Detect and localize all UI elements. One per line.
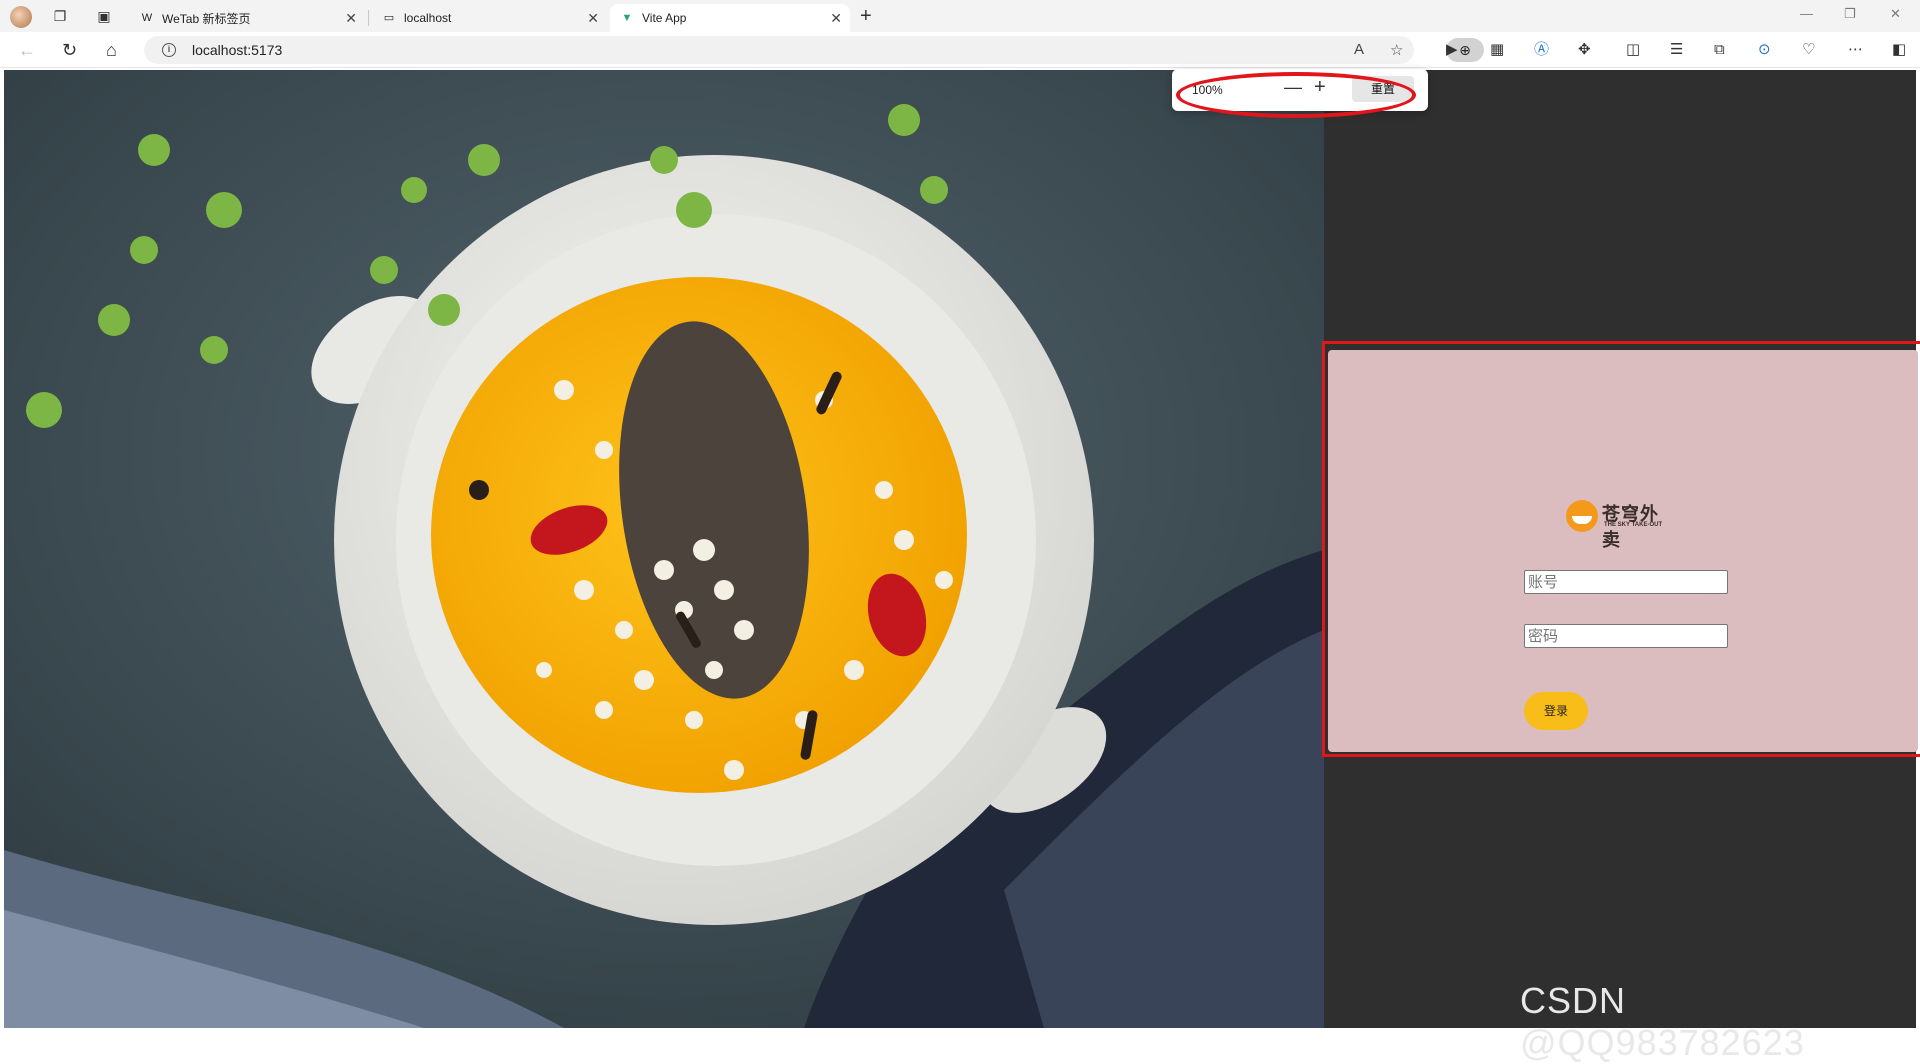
- split-screen-icon[interactable]: ◫: [1626, 40, 1640, 60]
- play-icon[interactable]: ▶: [1446, 40, 1458, 60]
- close-icon[interactable]: ✕: [587, 10, 599, 27]
- browser-essentials-icon[interactable]: ♡: [1802, 40, 1815, 60]
- tab-title: WeTab 新标签页: [162, 11, 251, 26]
- downloads-icon[interactable]: ⊙: [1758, 40, 1771, 60]
- tab-wetab[interactable]: W WeTab 新标签页 ✕: [130, 4, 365, 32]
- close-icon[interactable]: ✕: [345, 10, 357, 27]
- favorite-star-icon[interactable]: ☆: [1390, 41, 1403, 59]
- tab-localhost[interactable]: ▭ localhost ✕: [372, 4, 607, 32]
- tab-title: localhost: [404, 11, 452, 25]
- tab-title: Vite App: [642, 11, 687, 25]
- annotation-highlight-box: [1322, 341, 1920, 757]
- new-tab-button[interactable]: +: [860, 5, 872, 28]
- restore-icon[interactable]: ❐: [1844, 6, 1856, 22]
- sidebar-toggle-icon[interactable]: ◧: [1892, 40, 1906, 60]
- browser-toolbar: ← ↻ ⌂ i localhost:5173 ⊕ A ☆ ▶ ▦ Ⓐ ✥ ◫ ☰…: [0, 32, 1920, 68]
- csdn-watermark: CSDN @QQ983782623: [1520, 980, 1805, 1063]
- minimize-icon[interactable]: —: [1800, 6, 1813, 21]
- tab-vite-app[interactable]: ▼ Vite App ✕: [610, 4, 850, 32]
- extensions-puzzle-icon[interactable]: ✥: [1578, 40, 1591, 60]
- profile-avatar[interactable]: [10, 6, 32, 28]
- url-text[interactable]: localhost:5173: [192, 42, 282, 58]
- site-info-icon[interactable]: i: [162, 43, 176, 57]
- address-bar[interactable]: i localhost:5173 ⊕ A ☆: [144, 36, 1484, 64]
- vite-icon: ▼: [621, 12, 633, 24]
- close-window-icon[interactable]: ✕: [1890, 6, 1901, 22]
- collections-icon[interactable]: ⧉: [1714, 40, 1725, 60]
- home-button[interactable]: ⌂: [106, 40, 117, 60]
- tab-actions-icon[interactable]: ▣: [96, 8, 112, 24]
- refresh-button[interactable]: ↻: [62, 40, 77, 60]
- page-viewport: 苍穹外卖 THE SKY TAKE-OUT 账号 密码 登录: [4, 70, 1920, 1028]
- annotation-ellipse: [1176, 72, 1416, 118]
- back-button[interactable]: ←: [18, 40, 36, 60]
- read-aloud-icon[interactable]: A: [1354, 41, 1364, 58]
- extension-icon[interactable]: ▦: [1490, 40, 1504, 60]
- more-options-icon[interactable]: ⋯: [1848, 40, 1863, 60]
- translate-icon[interactable]: Ⓐ: [1534, 40, 1549, 60]
- favorites-icon[interactable]: ☰: [1670, 40, 1683, 60]
- page-icon: ▭: [383, 12, 395, 24]
- close-icon[interactable]: ✕: [830, 10, 842, 27]
- background-food-photo: [4, 70, 1324, 1028]
- title-bar: ❐ ▣ W WeTab 新标签页 ✕ ▭ localhost ✕ ▼ Vite …: [0, 0, 1920, 32]
- workspaces-icon[interactable]: ❐: [52, 8, 68, 24]
- tab-divider: [368, 10, 369, 26]
- wetab-icon: W: [141, 12, 153, 24]
